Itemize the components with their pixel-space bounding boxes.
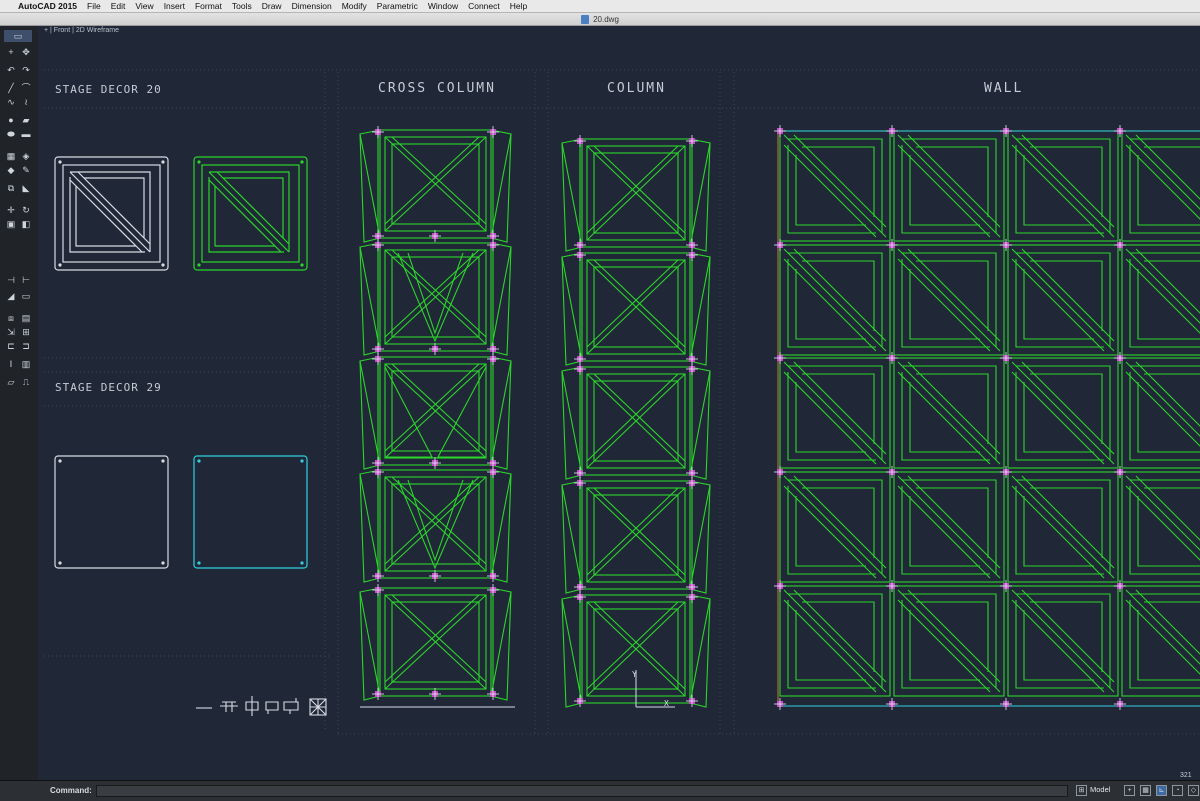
copy-icon[interactable]: ⧉ [4,182,18,194]
viewport-controls[interactable]: + | Front | 2D Wireframe [44,27,119,34]
fill-icon[interactable]: ◆ [4,164,18,176]
trim-icon[interactable]: ⊣ [4,274,18,286]
tool-palette: ▭ + ✥ ↶ ↷ ╱ ⌒ ∿ ≀ ● ▰ ⬬ ▬ ▦ ◈ ◆ ✎ ⧉ ◣ ✛ … [0,26,39,780]
layer-icon[interactable]: ▱ [4,376,18,388]
join-icon[interactable]: ⊞ [19,326,33,338]
menu-help[interactable]: Help [510,1,527,11]
move-icon[interactable]: ✛ [4,204,18,216]
osnap-icon[interactable]: ◇ [1188,785,1199,796]
command-label: Command: [50,786,92,795]
grid-icon[interactable]: ▦ [1140,785,1151,796]
ellipse-icon[interactable]: ⬬ [4,128,18,140]
scale-icon[interactable]: ▣ [4,218,18,230]
brush-icon[interactable]: ✎ [19,164,33,176]
command-bar: 321 Command: ⊞ Model + ▦ ⊾ ◔ ◇ [0,772,1200,801]
rotate-icon[interactable]: ↻ [19,204,33,216]
command-input[interactable] [96,785,1068,797]
array-icon[interactable]: ▤ [19,312,33,324]
menu-file[interactable]: File [87,1,101,11]
document-icon [581,14,590,24]
offset-icon[interactable]: ⧈ [4,312,18,324]
circle-icon[interactable]: ● [4,114,18,126]
arc-icon[interactable]: ⌒ [19,82,33,94]
polyline-icon[interactable]: ∿ [4,96,18,108]
menu-format[interactable]: Format [195,1,222,11]
hatch-icon[interactable]: ▦ [4,150,18,162]
table-icon[interactable]: ▥ [19,358,33,370]
text-icon[interactable]: Ⅰ [4,358,18,370]
extend-icon[interactable]: ⊢ [19,274,33,286]
pan-icon[interactable]: ✥ [19,46,33,58]
line-icon[interactable]: ╱ [4,82,18,94]
polygon-icon[interactable]: ▰ [19,114,33,126]
dimension-icon[interactable]: ⊏ [4,340,18,352]
ortho-icon[interactable]: ⊾ [1156,785,1167,796]
polar-icon[interactable]: ◔ [1172,785,1183,796]
menu-modify[interactable]: Modify [342,1,367,11]
mirror-icon[interactable]: ◧ [19,218,33,230]
block-icon[interactable]: ◈ [19,150,33,162]
rectangle-icon[interactable]: ▬ [19,128,33,140]
redo-icon[interactable]: ↷ [19,64,33,76]
erase-icon[interactable]: ◣ [19,182,33,194]
snap-icon[interactable]: + [1124,785,1135,796]
crosshair-icon[interactable]: + [4,46,18,58]
drawing-canvas[interactable] [38,26,1200,780]
menu-parametric[interactable]: Parametric [377,1,418,11]
fillet-icon[interactable]: ◢ [4,290,18,302]
menu-view[interactable]: View [135,1,153,11]
model-tab[interactable]: Model [1090,785,1110,794]
menu-connect[interactable]: Connect [468,1,500,11]
app-name[interactable]: AutoCAD 2015 [18,1,77,11]
layout-grid-icon[interactable]: ⊞ [1076,785,1087,796]
coordinate-readout: 321 [1180,772,1192,779]
stretch-icon[interactable]: ⇲ [4,326,18,338]
menu-bar: AutoCAD 2015 File Edit View Insert Forma… [0,0,1200,13]
menu-edit[interactable]: Edit [111,1,126,11]
window-title: 20.dwg [593,14,619,24]
undo-icon[interactable]: ↶ [4,64,18,76]
chamfer-icon[interactable]: ▭ [19,290,33,302]
window-title-bar: 20.dwg [0,13,1200,26]
workspace-selector[interactable]: ▭ [4,30,32,42]
spline-icon[interactable]: ≀ [19,96,33,108]
menu-draw[interactable]: Draw [262,1,282,11]
menu-dimension[interactable]: Dimension [292,1,332,11]
menu-window[interactable]: Window [428,1,458,11]
menu-tools[interactable]: Tools [232,1,252,11]
properties-icon[interactable]: ⎍ [19,376,33,388]
leader-icon[interactable]: ⊐ [19,340,33,352]
menu-insert[interactable]: Insert [164,1,185,11]
